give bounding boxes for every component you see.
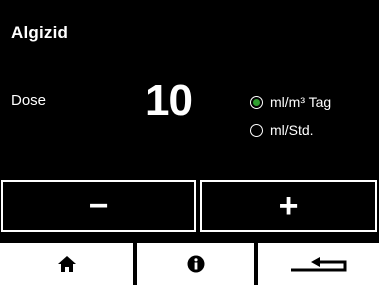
- info-icon: [187, 255, 204, 273]
- unit-selector: ml/m³ Tag ml/Std.: [250, 90, 331, 146]
- decrement-button[interactable]: −: [1, 180, 196, 232]
- plus-label: +: [278, 186, 299, 225]
- radio-unselected-icon[interactable]: [250, 123, 263, 137]
- minus-label: −: [88, 186, 109, 225]
- dosing-screen: Algizid Dose 10 ml/m³ Tag ml/Std. − +: [0, 0, 379, 285]
- unit-option-label: ml/m³ Tag: [270, 94, 332, 110]
- info-button[interactable]: [137, 243, 254, 285]
- home-button[interactable]: [0, 243, 133, 285]
- page-title: Algizid: [11, 23, 69, 42]
- dose-value: 10: [145, 76, 193, 125]
- radio-selected-icon[interactable]: [250, 95, 263, 109]
- increment-button[interactable]: +: [200, 180, 377, 232]
- unit-option-label: ml/Std.: [270, 122, 314, 138]
- dose-label: Dose: [11, 92, 47, 109]
- unit-option-per-hour[interactable]: ml/Std.: [250, 118, 331, 142]
- return-icon: [290, 257, 346, 272]
- back-button[interactable]: [258, 243, 379, 285]
- home-icon: [57, 256, 76, 272]
- unit-option-per-m3-day[interactable]: ml/m³ Tag: [250, 90, 331, 114]
